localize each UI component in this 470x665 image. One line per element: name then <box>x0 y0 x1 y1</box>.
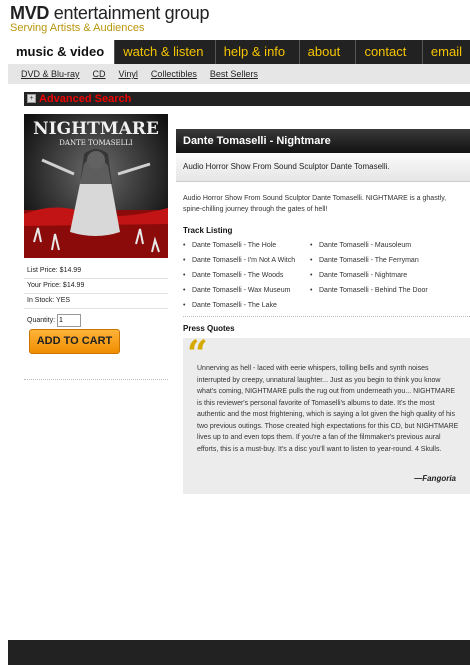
track-listing-heading: Track Listing <box>183 226 233 235</box>
site-logo[interactable]: MVD entertainment group <box>10 3 210 24</box>
track-title: Dante Tomaselli - Wax Museum <box>192 287 291 294</box>
sub-nav: DVD & Blu-ray CD Vinyl Collectibles Best… <box>8 64 470 84</box>
subnav-vinyl[interactable]: Vinyl <box>119 69 138 79</box>
site-header: MVD entertainment group Serving Artists … <box>0 0 470 40</box>
list-price: List Price: $14.99 <box>24 264 168 279</box>
price-block: List Price: $14.99 Your Price: $14.99 In… <box>24 264 168 329</box>
track-title: Dante Tomaselli - Nightmare <box>319 272 408 279</box>
track-title: Dante Tomaselli - The Woods <box>192 272 284 279</box>
subnav-dvd-bluray[interactable]: DVD & Blu-ray <box>21 69 80 79</box>
advanced-search-label[interactable]: Advanced Search <box>39 92 131 106</box>
quantity-row: Quantity: <box>24 313 168 329</box>
track-title: Dante Tomaselli - The Hole <box>192 242 277 249</box>
track-title: Dante Tomaselli - The Lake <box>192 302 277 309</box>
track-item: Dante Tomaselli - Mausoleum <box>310 242 411 249</box>
cover-artist: DANTE TOMASELLI <box>59 139 133 147</box>
quantity-input[interactable] <box>56 313 81 327</box>
site-tagline: Serving Artists & Audiences <box>10 22 145 34</box>
cover-title: NIGHTMARE <box>33 119 159 139</box>
quantity-label: Quantity: <box>27 317 56 324</box>
subnav-cd[interactable]: CD <box>93 69 106 79</box>
press-quote-box: “ Unnerving as hell - laced with eerie w… <box>183 336 470 494</box>
divider <box>183 316 470 317</box>
nav-contact[interactable]: contact <box>356 40 423 64</box>
track-item: Dante Tomaselli - Nightmare <box>310 272 407 279</box>
press-quote-text: Unnerving as hell - laced with eerie whi… <box>197 365 459 453</box>
track-title: Dante Tomaselli - The Ferryman <box>319 257 419 264</box>
track-item: Dante Tomaselli - I'm Not A Witch <box>183 257 295 264</box>
nav-music-video[interactable]: music & video <box>8 40 116 64</box>
track-item: Dante Tomaselli - Wax Museum <box>183 287 290 294</box>
product-title: Dante Tomaselli - Nightmare <box>183 135 331 147</box>
nav-watch-listen[interactable]: watch & listen <box>115 40 216 64</box>
product-subtitle: Audio Horror Show From Sound Sculptor Da… <box>183 162 390 171</box>
album-cover: NIGHTMARE DANTE TOMASELLI <box>24 114 168 258</box>
stock-status: In Stock: YES <box>24 294 168 309</box>
expand-icon[interactable]: + <box>27 94 36 103</box>
main-nav: music & video watch & listen help & info… <box>8 40 470 64</box>
nav-email[interactable]: email <box>423 40 470 64</box>
track-item: Dante Tomaselli - The Ferryman <box>310 257 419 264</box>
add-to-cart-button[interactable]: ADD TO CART <box>29 329 120 354</box>
subnav-best-sellers[interactable]: Best Sellers <box>210 69 258 79</box>
track-title: Dante Tomaselli - I'm Not A Witch <box>192 257 296 264</box>
track-item: Dante Tomaselli - The Hole <box>183 242 276 249</box>
your-price: Your Price: $14.99 <box>24 279 168 294</box>
track-title: Dante Tomaselli - Mausoleum <box>319 242 412 249</box>
press-quote-source: —Fangoria <box>414 474 456 483</box>
divider <box>24 379 168 380</box>
track-item: Dante Tomaselli - The Woods <box>183 272 283 279</box>
product-description: Audio Horror Show From Sound Sculptor Da… <box>183 195 447 213</box>
album-cover-art: NIGHTMARE DANTE TOMASELLI <box>24 114 168 258</box>
site-footer <box>8 640 470 665</box>
press-quotes-heading: Press Quotes <box>183 324 235 333</box>
product-subtitle-bar: Audio Horror Show From Sound Sculptor Da… <box>176 153 470 182</box>
track-item: Dante Tomaselli - The Lake <box>183 302 277 309</box>
track-item: Dante Tomaselli - Behind The Door <box>310 287 428 294</box>
advanced-search-bar[interactable]: + Advanced Search <box>24 92 470 106</box>
product-title-bar: Dante Tomaselli - Nightmare <box>176 129 470 153</box>
nav-about[interactable]: about <box>300 40 357 64</box>
logo-brand-rest: entertainment group <box>49 3 210 23</box>
subnav-collectibles[interactable]: Collectibles <box>151 69 197 79</box>
nav-help-info[interactable]: help & info <box>216 40 300 64</box>
logo-brand: MVD <box>10 3 50 23</box>
track-title: Dante Tomaselli - Behind The Door <box>319 287 428 294</box>
